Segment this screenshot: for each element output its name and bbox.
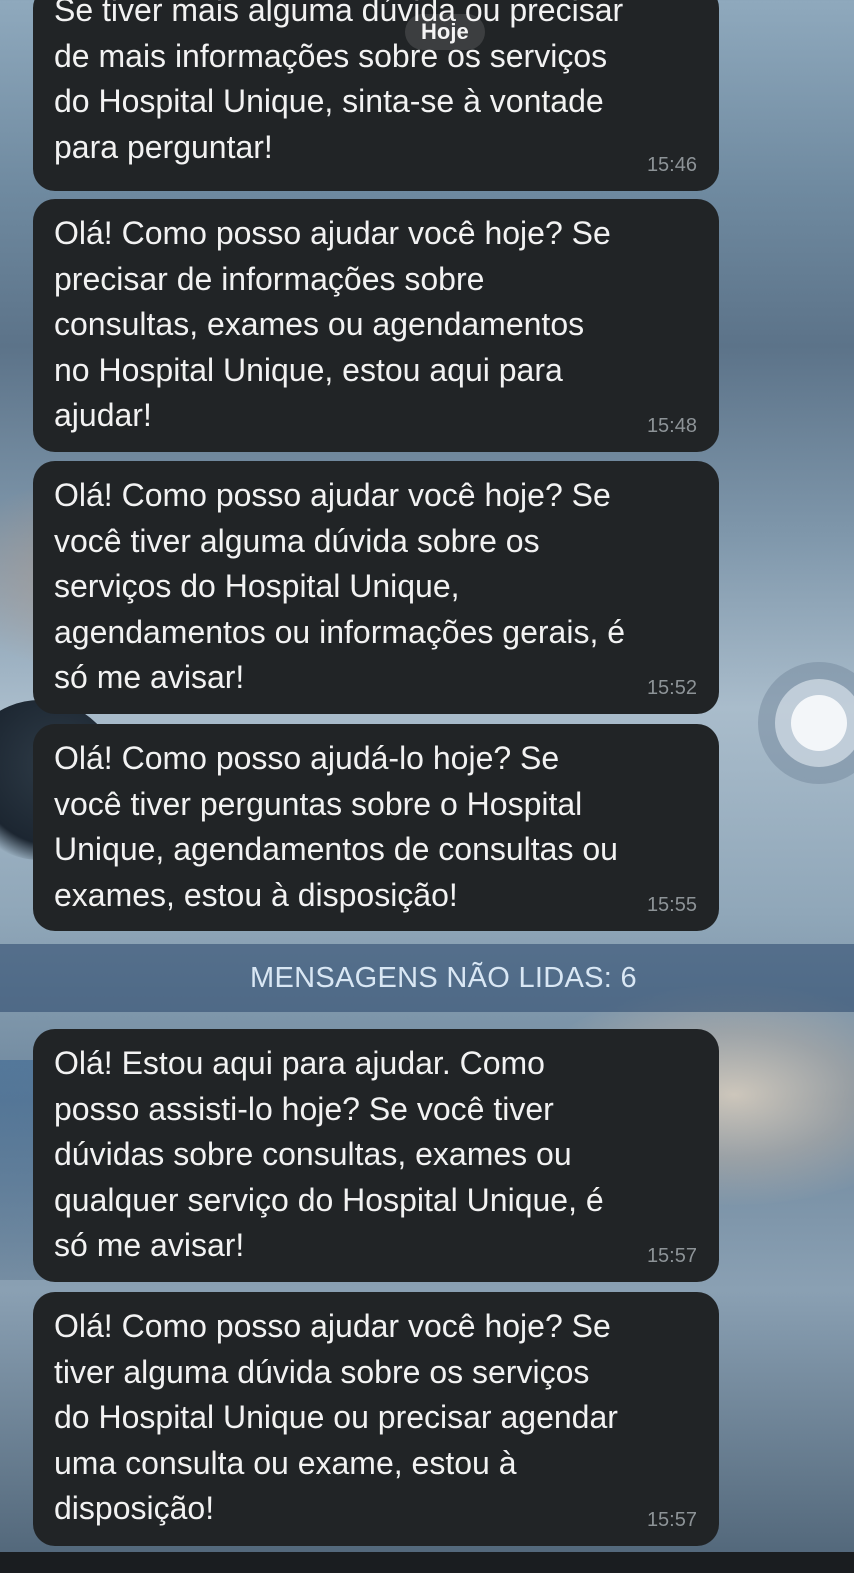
unread-messages-divider: MENSAGENS NÃO LIDAS: 6	[0, 944, 854, 1012]
message-bubble[interactable]: Olá! Como posso ajudar você hoje? Se pre…	[33, 199, 719, 452]
message-bubble[interactable]: Olá! Estou aqui para ajudar. Como posso …	[33, 1029, 719, 1282]
message-time: 15:57	[646, 1509, 697, 1531]
message-text: Olá! Como posso ajudar você hoje? Se pre…	[54, 215, 611, 433]
message-bubble[interactable]: Olá! Como posso ajudá-lo hoje? Se você t…	[33, 724, 719, 931]
scroll-ring-center	[791, 695, 847, 751]
message-time: 15:57	[646, 1245, 697, 1267]
message-time: 15:52	[646, 677, 697, 699]
message-time: 15:46	[646, 154, 697, 176]
unread-messages-label: MENSAGENS NÃO LIDAS: 6	[250, 961, 637, 994]
bottom-edge-bar	[0, 1552, 854, 1573]
message-time: 15:48	[646, 415, 697, 437]
message-bubble[interactable]: Olá! Como posso ajudar você hoje? Se voc…	[33, 461, 719, 714]
message-bubble[interactable]: Se tiver mais alguma dúvida ou precisar …	[33, 0, 719, 191]
scroll-ring-middle	[775, 679, 854, 767]
message-text: Olá! Como posso ajudá-lo hoje? Se você t…	[54, 740, 618, 913]
message-text: Olá! Estou aqui para ajudar. Como posso …	[54, 1045, 604, 1263]
date-separator-chip: Hoje	[405, 14, 485, 50]
message-text: Se tiver mais alguma dúvida ou precisar …	[54, 0, 624, 165]
message-text: Olá! Como posso ajudar você hoje? Se voc…	[54, 477, 626, 695]
message-text: Olá! Como posso ajudar você hoje? Se tiv…	[54, 1308, 618, 1526]
message-time: 15:55	[646, 894, 697, 916]
message-bubble[interactable]: Olá! Como posso ajudar você hoje? Se tiv…	[33, 1292, 719, 1546]
